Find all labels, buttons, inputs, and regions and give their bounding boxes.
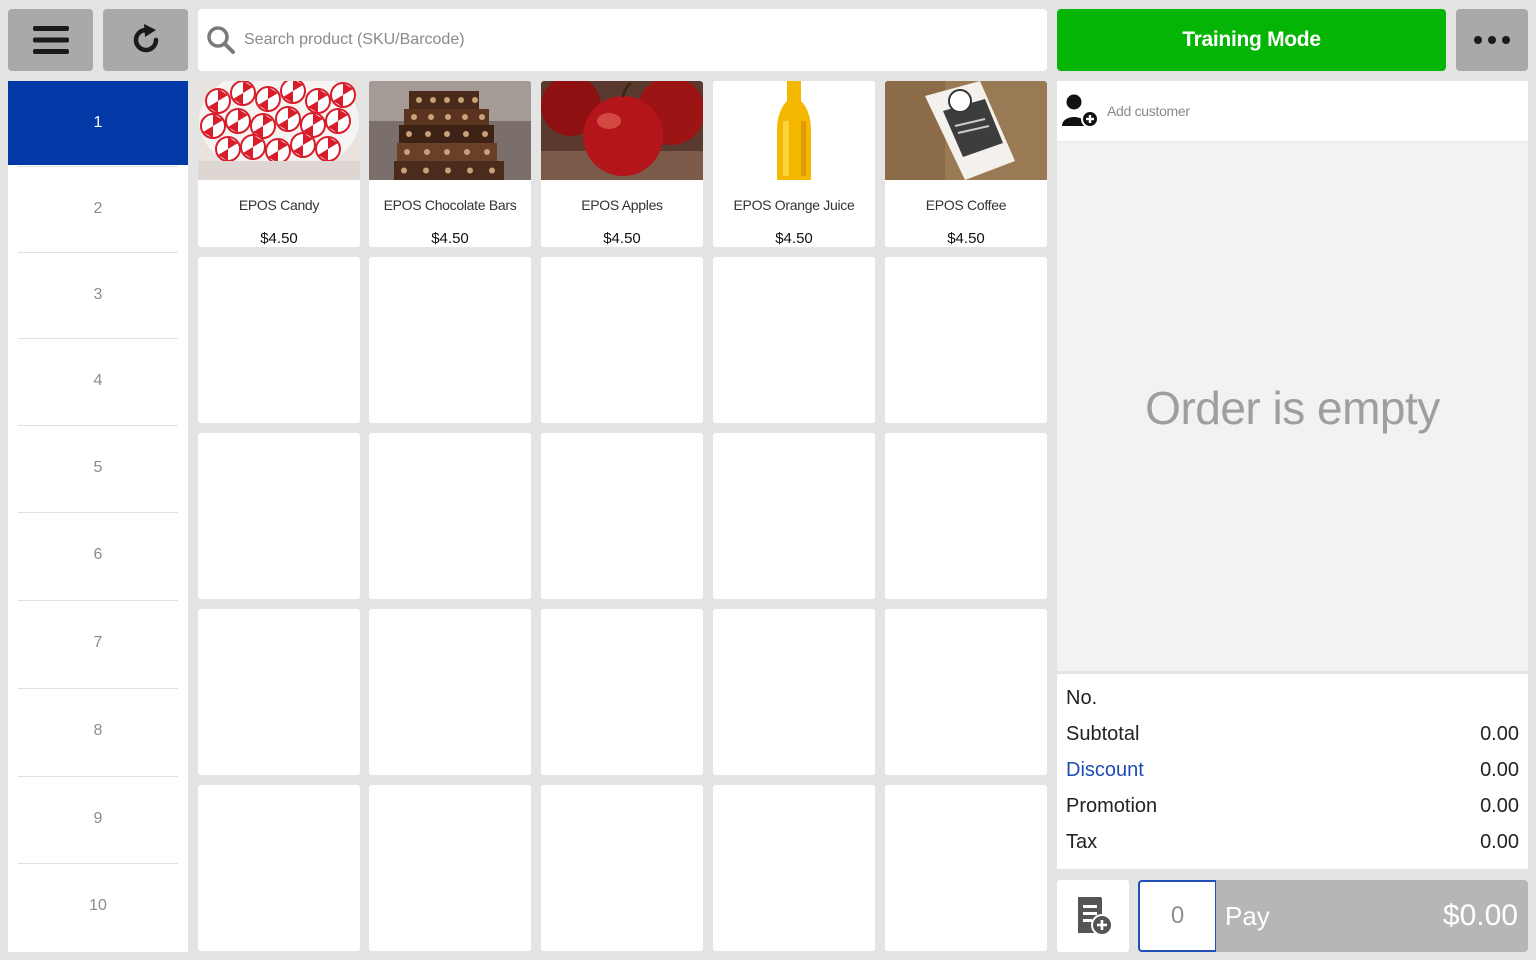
category-divider <box>18 600 178 601</box>
product-name: EPOS Coffee <box>925 197 1007 213</box>
empty-product-slot[interactable] <box>369 257 531 423</box>
category-divider <box>18 863 178 864</box>
order-empty-message: Order is empty <box>1145 382 1440 434</box>
discount-value: 0.00 <box>1480 758 1519 781</box>
order-totals: No. Subtotal 0.00 Discount 0.00 Promotio… <box>1057 674 1528 869</box>
empty-product-slot[interactable] <box>369 785 531 951</box>
refresh-icon <box>133 24 158 53</box>
product-tile[interactable]: EPOS Apples $4.50 <box>541 81 703 247</box>
refresh-button[interactable] <box>103 9 188 71</box>
category-item[interactable]: 9 <box>8 777 188 861</box>
quantity-field[interactable]: 0 <box>1138 880 1217 952</box>
category-item[interactable]: 10 <box>8 864 188 948</box>
product-price: $4.50 <box>260 230 298 247</box>
promotion-label: Promotion <box>1066 794 1158 817</box>
product-image <box>885 81 1047 180</box>
discount-row: Discount 0.00 <box>1066 755 1519 785</box>
empty-product-slot[interactable] <box>198 257 360 423</box>
category-divider <box>18 688 178 689</box>
product-price: $4.50 <box>775 230 813 247</box>
empty-product-slot[interactable] <box>198 433 360 599</box>
category-item[interactable]: 2 <box>8 167 188 251</box>
product-image <box>541 81 703 180</box>
category-divider <box>18 512 178 513</box>
empty-product-slot[interactable] <box>713 785 875 951</box>
product-price: $4.50 <box>431 230 469 247</box>
subtotal-label: Subtotal <box>1066 722 1140 745</box>
product-tile[interactable]: EPOS Coffee $4.50 <box>885 81 1047 247</box>
category-divider <box>18 338 178 339</box>
add-note-icon <box>1078 897 1113 936</box>
category-item[interactable]: 8 <box>8 689 188 773</box>
promotion-value: 0.00 <box>1480 794 1519 817</box>
empty-product-slot[interactable] <box>713 433 875 599</box>
product-image <box>369 81 531 180</box>
category-item[interactable]: 4 <box>8 339 188 423</box>
more-dot <box>1488 36 1496 44</box>
category-divider <box>18 425 178 426</box>
empty-product-slot[interactable] <box>713 257 875 423</box>
tax-label: Tax <box>1066 830 1098 853</box>
more-dots-icon <box>1474 36 1482 44</box>
subtotal-row: Subtotal 0.00 <box>1066 719 1519 749</box>
hamburger-menu-icon <box>32 26 69 54</box>
order-number-row: No. <box>1066 683 1519 713</box>
search-input[interactable] <box>236 9 1047 71</box>
product-name: EPOS Candy <box>238 197 320 213</box>
empty-product-slot[interactable] <box>885 433 1047 599</box>
empty-product-slot[interactable] <box>885 257 1047 423</box>
empty-product-slot[interactable] <box>369 609 531 775</box>
product-name: EPOS Chocolate Bars <box>383 197 517 213</box>
category-divider <box>18 776 178 777</box>
tax-value: 0.00 <box>1480 830 1519 853</box>
category-item[interactable]: 3 <box>8 253 188 337</box>
more-options-button[interactable] <box>1456 9 1528 71</box>
pay-amount: $0.00 <box>1442 899 1518 932</box>
order-panel: Add customer Order is empty <box>1057 81 1528 671</box>
add-customer-label: Add customer <box>1107 103 1190 119</box>
empty-product-slot[interactable] <box>541 609 703 775</box>
discount-link[interactable]: Discount <box>1066 759 1144 782</box>
category-item[interactable]: 7 <box>8 601 188 685</box>
training-mode-button[interactable]: Training Mode <box>1057 9 1446 71</box>
category-divider <box>18 252 178 253</box>
subtotal-value: 0.00 <box>1480 722 1519 745</box>
tax-row: Tax 0.00 <box>1066 827 1519 857</box>
product-tile[interactable]: EPOS Candy $4.50 <box>198 81 360 247</box>
empty-product-slot[interactable] <box>369 433 531 599</box>
product-price: $4.50 <box>603 230 641 247</box>
more-dot <box>1502 36 1510 44</box>
category-item[interactable]: 5 <box>8 426 188 510</box>
category-item[interactable]: 1 <box>8 81 188 165</box>
empty-product-slot[interactable] <box>541 785 703 951</box>
add-note-button[interactable] <box>1057 880 1129 952</box>
search-bar <box>198 9 1047 71</box>
add-customer-button[interactable]: Add customer <box>1057 81 1528 143</box>
empty-product-slot[interactable] <box>713 609 875 775</box>
empty-product-slot[interactable] <box>541 257 703 423</box>
product-name: EPOS Orange Juice <box>733 197 855 213</box>
empty-product-slot[interactable] <box>198 785 360 951</box>
product-name: EPOS Apples <box>581 197 663 213</box>
add-user-icon <box>1062 94 1099 128</box>
product-image <box>713 81 875 180</box>
empty-product-slot[interactable] <box>198 609 360 775</box>
promotion-row: Promotion 0.00 <box>1066 791 1519 821</box>
pay-label: Pay <box>1225 900 1270 931</box>
empty-product-slot[interactable] <box>541 433 703 599</box>
empty-product-slot[interactable] <box>885 785 1047 951</box>
product-image <box>198 81 360 180</box>
pay-button[interactable]: Pay $0.00 <box>1216 880 1528 952</box>
category-divider <box>18 166 178 167</box>
category-item[interactable]: 6 <box>8 513 188 597</box>
empty-product-slot[interactable] <box>885 609 1047 775</box>
product-tile[interactable]: EPOS Orange Juice $4.50 <box>713 81 875 247</box>
menu-button[interactable] <box>8 9 93 71</box>
product-price: $4.50 <box>947 230 985 247</box>
search-icon <box>207 26 235 54</box>
order-number-label: No. <box>1066 686 1098 709</box>
category-list: 1 2 3 4 5 6 7 8 9 10 <box>8 81 188 952</box>
product-tile[interactable]: EPOS Chocolate Bars $4.50 <box>369 81 531 247</box>
